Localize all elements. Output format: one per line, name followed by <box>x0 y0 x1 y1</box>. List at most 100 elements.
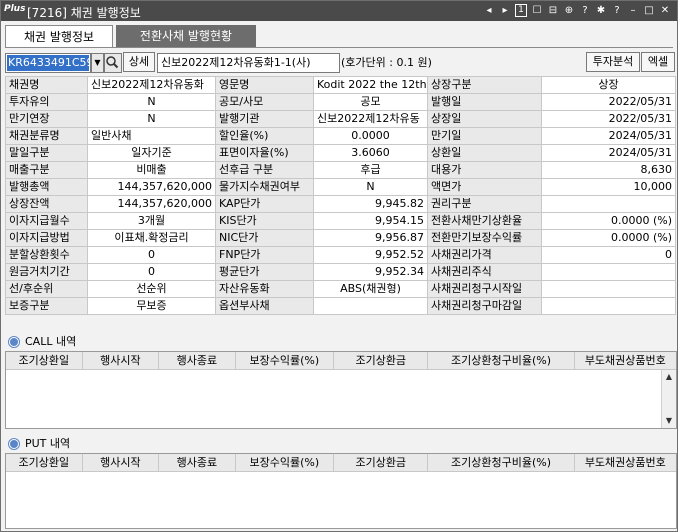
info-row: 투자유의 N 공모/사모 공모 발행일 2022/05/31 <box>5 93 676 111</box>
link-group-icon[interactable]: 1 <box>515 4 527 17</box>
info-label: KIS단가 <box>215 212 314 230</box>
info-label: 원금거치기간 <box>5 263 88 281</box>
info-value: 후급 <box>313 161 428 179</box>
info-label: 채권분류명 <box>5 127 88 145</box>
bond-name-field: 신보2022제12차유동화1-1(사) <box>157 53 340 73</box>
info-label: 만기연장 <box>5 110 88 128</box>
info-value: 이표채.확정금리 <box>87 229 216 247</box>
info-label: 물가지수채권여부 <box>215 178 314 196</box>
info-label: 표면이자율(%) <box>215 144 314 162</box>
info-row: 이자지급방법 이표채.확정금리 NIC단가 9,956.87 전환만기보장수익률 0.00… <box>5 229 676 247</box>
call-scrollbar[interactable]: ▲ ▼ <box>661 370 676 428</box>
zoom-icon[interactable]: ⊕ <box>563 4 575 17</box>
pin-icon[interactable]: ? <box>579 4 591 17</box>
excel-button[interactable]: 엑셀 <box>641 52 675 72</box>
info-value: 일자기준 <box>87 144 216 162</box>
investment-analysis-button[interactable]: 투자분석 <box>586 52 640 72</box>
call-section-header: CALL 내역 <box>9 333 76 349</box>
info-row: 매출구분 비매출 선후급 구분 후급 대용가 8,630 <box>5 161 676 179</box>
bullet-icon <box>9 439 19 449</box>
put-col-header: 조기상환금 <box>334 454 429 471</box>
info-value: 9,952.34 <box>313 263 428 281</box>
info-label: 공모/사모 <box>215 93 314 111</box>
call-col-header: 조기상환일 <box>6 352 83 369</box>
info-label: 대용가 <box>427 161 542 179</box>
info-value: 9,956.87 <box>313 229 428 247</box>
minimize-icon[interactable]: – <box>627 4 639 17</box>
close-icon[interactable]: ✕ <box>659 4 671 17</box>
info-value: 상장 <box>541 76 676 94</box>
info-value: 9,945.82 <box>313 195 428 213</box>
info-label: 자산유동화 <box>215 280 314 298</box>
info-row: 보증구분 무보증 옵션부사채 사채권리청구마감일 <box>5 297 676 315</box>
put-col-header: 조기상환일 <box>6 454 83 471</box>
maximize-icon[interactable]: □ <box>643 4 655 17</box>
info-label: 발행기관 <box>215 110 314 128</box>
put-col-header: 행사시작 <box>83 454 160 471</box>
bond-code-input[interactable]: KR6433491C59 <box>5 53 91 73</box>
tab-convertible-bond-status[interactable]: 전환사채 발행현황 <box>116 25 256 47</box>
call-col-header: 조기상환금 <box>334 352 429 369</box>
bond-info-table: 채권명 신보2022제12차유동화 영문명 Kodit 2022 the 12th 상장… <box>5 76 676 315</box>
code-search-button[interactable] <box>104 53 122 73</box>
info-label: 상장구분 <box>427 76 542 94</box>
info-label: KAP단가 <box>215 195 314 213</box>
settings-icon[interactable]: ✱ <box>595 4 607 17</box>
call-col-header: 행사종료 <box>159 352 236 369</box>
put-grid[interactable]: 조기상환일 행사시작 행사종료 보장수익률(%) 조기상환금 조기상환청구비율(… <box>5 453 677 529</box>
info-value: 144,357,620,000 <box>87 195 216 213</box>
info-label: 평균단가 <box>215 263 314 281</box>
tick-unit-text: (호가단위 : 0.1 원) <box>341 56 432 69</box>
info-label: 투자유의 <box>5 93 88 111</box>
bond-info-body: 채권명 신보2022제12차유동화 영문명 Kodit 2022 the 12th 상장… <box>5 76 676 315</box>
bond-issue-info-window: Plus [7216] 채권 발행정보 ◂ ▸ 1 ☐ ⊟ ⊕ ? ✱ ? – … <box>0 0 678 532</box>
bond-code-value: KR6433491C59 <box>7 55 89 71</box>
info-value: 2024/05/31 <box>541 127 676 145</box>
info-label: 선후급 구분 <box>215 161 314 179</box>
info-value: Kodit 2022 the 12th <box>313 76 428 94</box>
prev-screen-icon[interactable]: ◂ <box>483 4 495 17</box>
call-section-title: CALL 내역 <box>25 335 77 348</box>
scroll-up-icon[interactable]: ▲ <box>662 370 676 384</box>
tab-bond-issue-info[interactable]: 채권 발행정보 <box>5 25 113 48</box>
info-row: 이자지급월수 3개월 KIS단가 9,954.15 전환사채만기상환율 0.0000 (%… <box>5 212 676 230</box>
put-col-header: 조기상환청구비율(%) <box>428 454 575 471</box>
detail-button[interactable]: 상세 <box>123 52 155 72</box>
info-label: 전환사채만기상환율 <box>427 212 542 230</box>
info-value <box>541 263 676 281</box>
info-label: 권리구분 <box>427 195 542 213</box>
next-screen-icon[interactable]: ▸ <box>499 4 511 17</box>
info-row: 만기연장 N 발행기관 신보2022제12차유동 상장일 2022/05/31 <box>5 110 676 128</box>
info-row: 말일구분 일자기준 표면이자율(%) 3.6060 상환일 2024/05/31 <box>5 144 676 162</box>
info-label: 사채권리청구시작일 <box>427 280 542 298</box>
window-controls: ◂ ▸ 1 ☐ ⊟ ⊕ ? ✱ ? – □ ✕ <box>483 4 671 17</box>
info-value: 2022/05/31 <box>541 110 676 128</box>
info-label: 이자지급월수 <box>5 212 88 230</box>
search-icon <box>106 56 119 69</box>
info-value: 10,000 <box>541 178 676 196</box>
call-grid[interactable]: 조기상환일 행사시작 행사종료 보장수익률(%) 조기상환금 조기상환청구비율(… <box>5 351 677 429</box>
put-grid-header: 조기상환일 행사시작 행사종료 보장수익률(%) 조기상환금 조기상환청구비율(… <box>6 454 676 472</box>
info-label: 상장일 <box>427 110 542 128</box>
collapse-icon[interactable]: ⊟ <box>547 4 559 17</box>
info-row: 채권분류명 일반사채 할인율(%) 0.0000 만기일 2024/05/31 <box>5 127 676 145</box>
info-value: 신보2022제12차유동화 <box>87 76 216 94</box>
info-value: 3개월 <box>87 212 216 230</box>
call-col-header: 행사시작 <box>83 352 160 369</box>
info-value: 0.0000 (%) <box>541 229 676 247</box>
help-icon[interactable]: ? <box>611 4 623 17</box>
info-label: 보증구분 <box>5 297 88 315</box>
info-value: 무보증 <box>87 297 216 315</box>
screen-save-icon[interactable]: ☐ <box>531 4 543 17</box>
tab-divider <box>5 47 673 48</box>
info-label: 발행일 <box>427 93 542 111</box>
info-label: 매출구분 <box>5 161 88 179</box>
info-value: 8,630 <box>541 161 676 179</box>
code-dropdown-button[interactable]: ▼ <box>91 53 104 73</box>
put-section-title: PUT 내역 <box>25 437 71 450</box>
info-value: 2024/05/31 <box>541 144 676 162</box>
scroll-down-icon[interactable]: ▼ <box>662 414 676 428</box>
window-title: [7216] 채권 발행정보 <box>27 6 141 20</box>
info-label: 상환일 <box>427 144 542 162</box>
info-label: 말일구분 <box>5 144 88 162</box>
